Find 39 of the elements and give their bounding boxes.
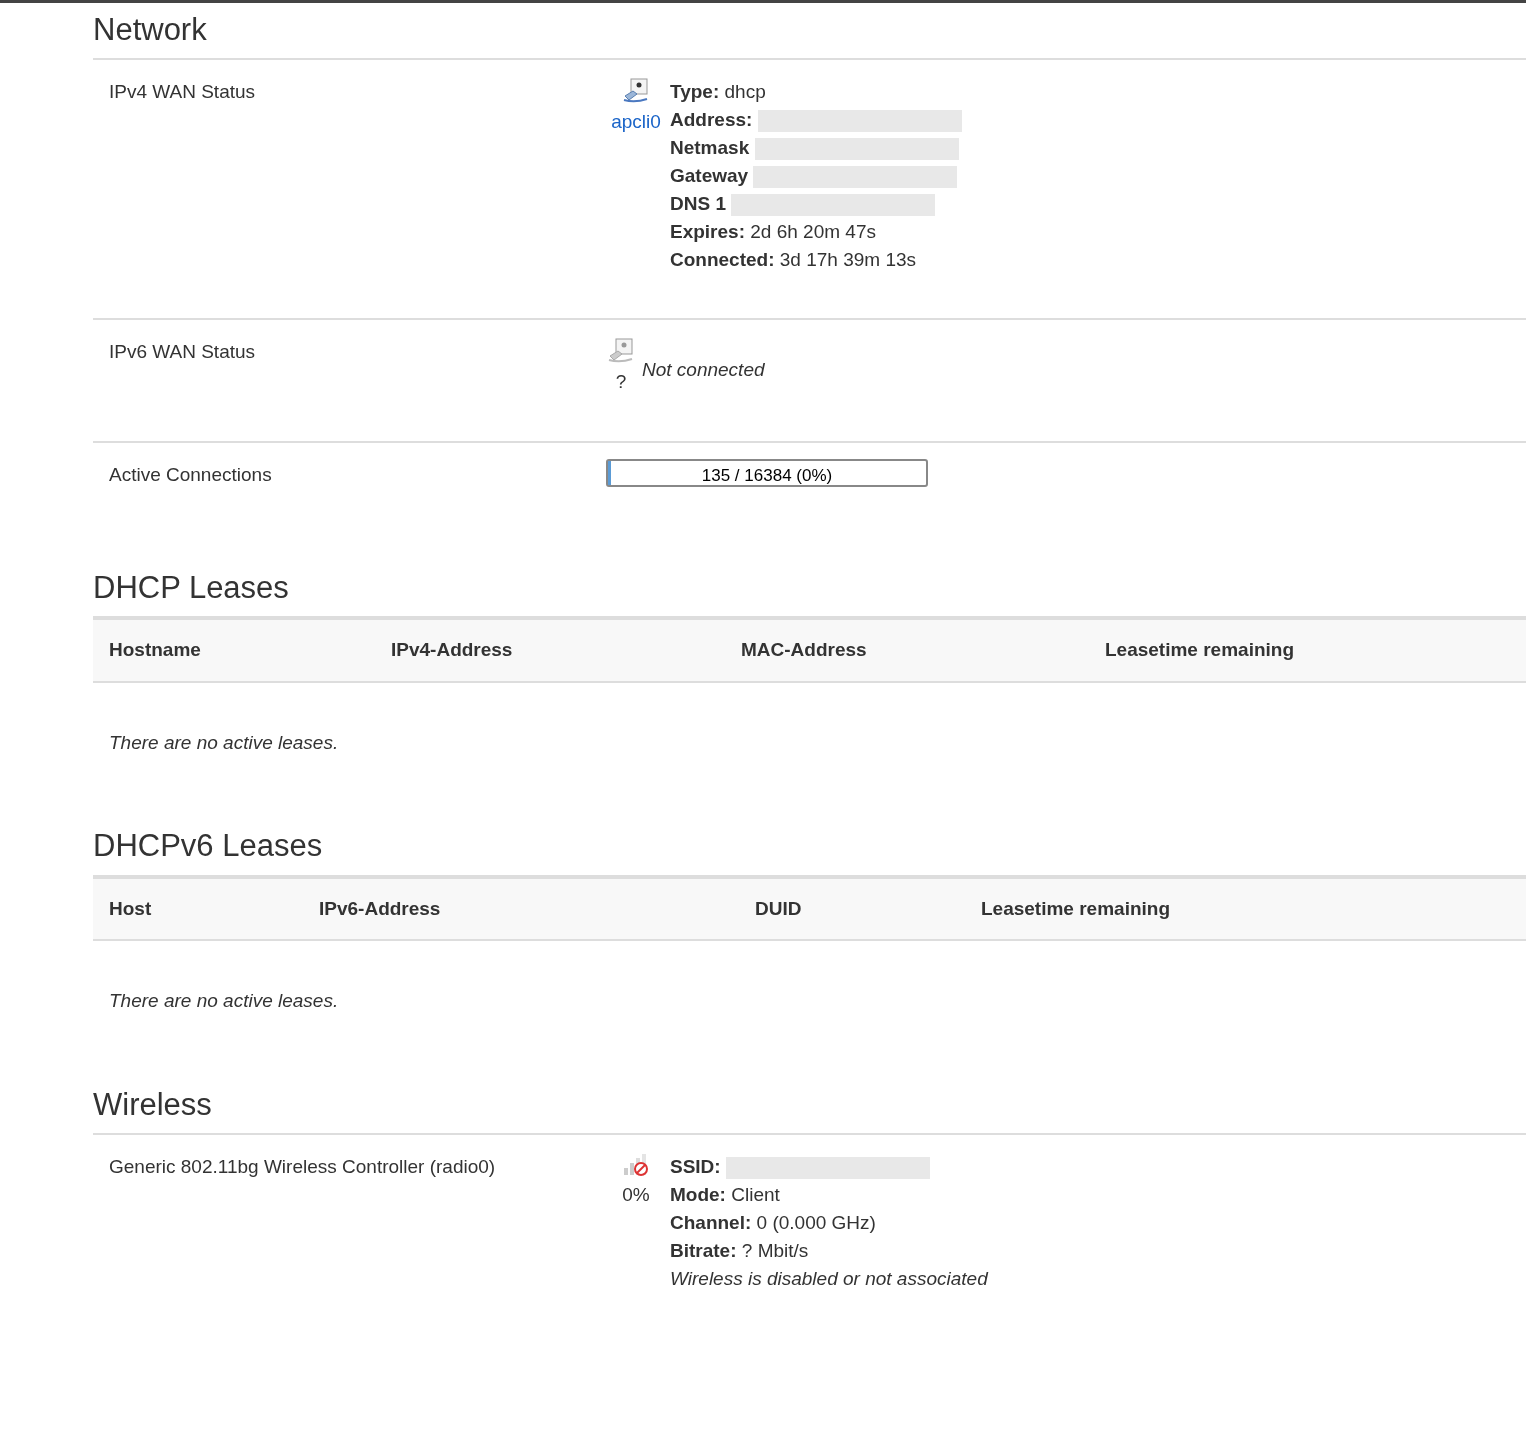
column-header: Leasetime remaining [980, 896, 1172, 921]
detail-label: DNS 1 [670, 193, 726, 215]
detail-label: Expires: [670, 221, 745, 243]
column-header: Hostname [108, 638, 202, 663]
detail-value: Client [731, 1183, 780, 1205]
detail-value: ? Mbit/s [741, 1239, 809, 1261]
detail-label: Address: [670, 109, 753, 131]
section-title: Network [93, 11, 1526, 61]
column-header: IPv4-Address [390, 638, 514, 663]
column-header: Leasetime remaining [1104, 638, 1296, 663]
detail-value: 2d 6h 20m 47s [750, 221, 876, 243]
interface-link[interactable]: apcli0 [611, 108, 661, 137]
progress-reading: 135 / 16384 (0%) [700, 464, 834, 487]
detail-value: dhcp [724, 81, 766, 103]
column-header: MAC-Address [740, 638, 868, 663]
detail-label: Gateway [670, 165, 749, 187]
detail-label: Mode: [670, 1183, 726, 1205]
detail-label: Netmask [670, 137, 750, 159]
detail-label: Bitrate: [670, 1239, 737, 1261]
column-header: DUID [754, 896, 803, 921]
detail-label: Connected: [670, 249, 775, 271]
field-label: IPv4 WAN Status [109, 80, 257, 105]
interface-label: ? [615, 370, 627, 395]
field-label: IPv6 WAN Status [109, 340, 257, 365]
device-name: Generic 802.11bg Wireless Controller (radio0) [109, 1154, 497, 1179]
column-header: Host [108, 896, 153, 921]
detail-label: SSID: [670, 1155, 721, 1177]
detail-value: 0 (0.000 GHz) [756, 1211, 876, 1233]
status-note: Wireless is disabled or not associated [670, 1267, 988, 1289]
empty-message: There are no active leases. [108, 989, 340, 1014]
status-text: Not connected [642, 358, 765, 383]
field-label: Active Connections [109, 462, 273, 487]
empty-message: There are no active leases. [108, 730, 340, 755]
detail-value: 3d 17h 39m 13s [779, 249, 917, 271]
detail-label: Type: [670, 81, 720, 103]
column-header: IPv6-Address [318, 896, 442, 921]
detail-label: Channel: [670, 1211, 752, 1233]
section-title: Wireless [93, 1085, 1526, 1135]
signal-percent: 0% [622, 1182, 650, 1207]
